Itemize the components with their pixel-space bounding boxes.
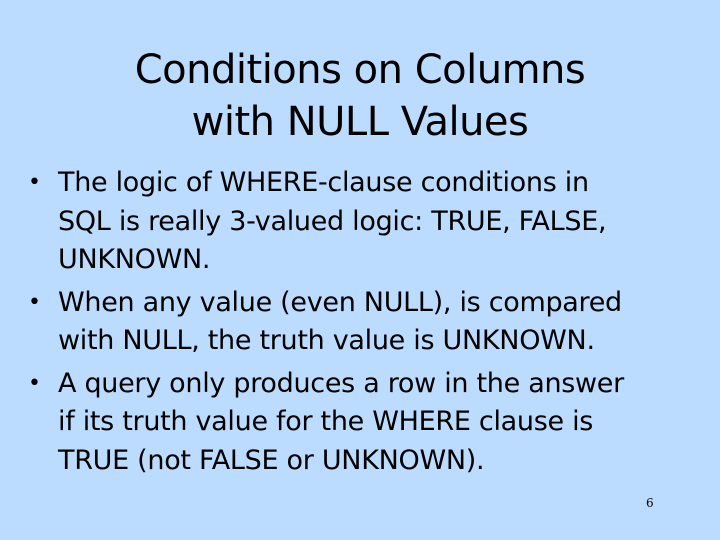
- bullet-icon: •: [28, 170, 41, 195]
- page-number: 6: [646, 496, 654, 510]
- bullet-text-line: When any value (even NULL), is compared: [58, 286, 622, 318]
- bullet-text-line: TRUE (not FALSE or UNKNOWN).: [58, 444, 485, 476]
- bullet-icon: •: [28, 370, 41, 396]
- bullet-text-line: if its truth value for the WHERE clause …: [58, 406, 594, 437]
- slide-title: Conditions on Columns with NULL Values: [0, 44, 720, 148]
- bullet-list: • The logic of WHERE-clause conditions i…: [28, 164, 688, 484]
- bullet-text-line: with NULL, the truth value is UNKNOWN.: [58, 325, 595, 356]
- slide-title-line: with NULL Values: [191, 99, 529, 145]
- bullet-text-line: A query only produces a row in the answe…: [58, 367, 624, 399]
- bullet-text-line: SQL is really 3-valued logic: TRUE, FALS…: [58, 205, 607, 237]
- bullet-item: • The logic of WHERE-clause conditions i…: [28, 164, 688, 280]
- bullet-text-line: UNKNOWN.: [58, 244, 211, 275]
- bullet-item: • A query only produces a row in the ans…: [28, 365, 688, 481]
- slide-title-line: Conditions on Columns: [134, 47, 586, 93]
- bullet-text-line: The logic of WHERE-clause conditions in: [58, 167, 589, 198]
- bullet-item: • When any value (even NULL), is compare…: [28, 284, 688, 361]
- slide: Conditions on Columns with NULL Values •…: [0, 0, 720, 540]
- bullet-icon: •: [28, 289, 41, 315]
